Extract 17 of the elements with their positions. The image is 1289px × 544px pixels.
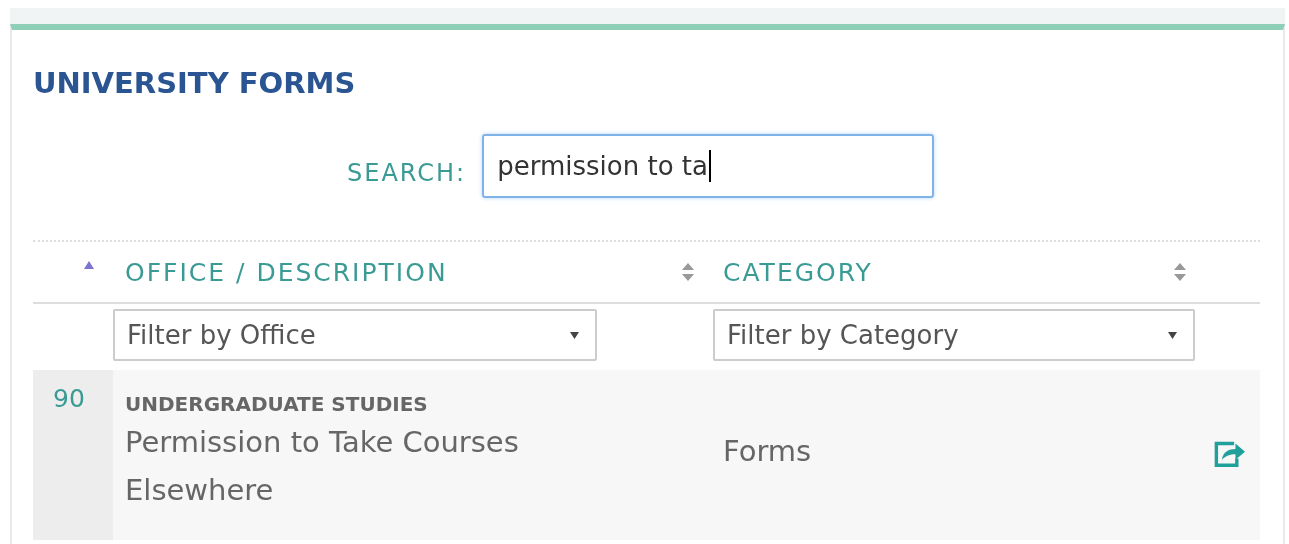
category-text: Forms (723, 434, 812, 468)
table-row[interactable]: 90 UNDERGRADUATE STUDIES Permission to Take Courses Elsewhere Forms (33, 370, 1260, 540)
dropdown-arrow-icon (1168, 331, 1177, 339)
sort-ascending-icon[interactable] (83, 260, 95, 270)
filter-dropdown[interactable]: Filter by Category (713, 309, 1195, 361)
sort-icon[interactable] (1173, 262, 1187, 282)
office-name: UNDERGRADUATE STUDIES (125, 392, 429, 416)
dropdown-arrow-icon (570, 331, 579, 339)
form-title[interactable]: Permission to Take Courses Elsewhere (125, 418, 585, 514)
panel-title: UNIVERSITY FORMS (33, 65, 357, 102)
row-number: 90 (53, 384, 85, 413)
sort-icon[interactable] (681, 262, 695, 282)
column-header[interactable]: OFFICE / DESCRIPTION (125, 257, 448, 287)
search-label: SEARCH: (347, 159, 467, 187)
search-field[interactable]: permission to ta (482, 134, 935, 198)
filter-dropdown[interactable]: Filter by Office (113, 309, 597, 361)
column-header[interactable]: CATEGORY (723, 257, 873, 287)
